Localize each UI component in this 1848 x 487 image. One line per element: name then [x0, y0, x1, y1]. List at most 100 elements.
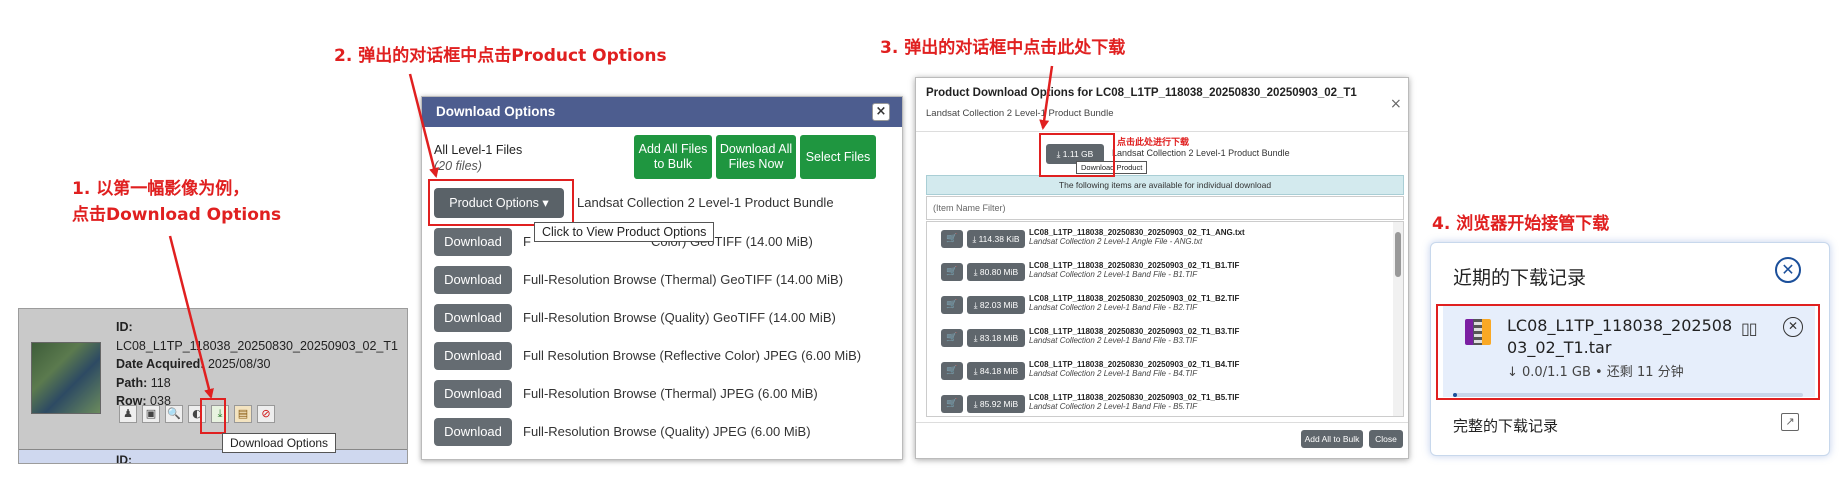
cart-icon[interactable]: 🛒	[941, 362, 963, 380]
file-download-button[interactable]: ⤓ 84.18 MiB	[967, 362, 1025, 380]
add-all-label-2: to Bulk	[653, 157, 693, 171]
download-button[interactable]: Download	[434, 380, 512, 408]
dialog-header: Download Options	[422, 97, 902, 127]
download-options-dialog: Download Options × All Level-1 Files (20…	[421, 96, 903, 460]
product-download-dialog: Product Download Options for LC08_L1TP_1…	[915, 77, 1409, 459]
footprint-icon[interactable]: ♟	[119, 405, 137, 423]
file-name: LC08_L1TP_118038_20250830_20250903_02_T1…	[1029, 393, 1240, 402]
scrollbar-thumb[interactable]	[1395, 232, 1401, 277]
download-button[interactable]: Download	[434, 342, 512, 370]
close-icon[interactable]: ✕	[1775, 257, 1801, 283]
id-label: ID:	[116, 320, 133, 334]
next-id-label: ID:	[116, 453, 132, 464]
overlay-icon[interactable]: ▣	[142, 405, 160, 423]
download-all-label-2: Files Now	[728, 157, 784, 171]
level1-summary: All Level-1 Files (20 files)	[434, 142, 522, 174]
file-desc: Landsat Collection 2 Level-1 Band File -…	[1029, 270, 1198, 279]
select-files-button[interactable]: Select Files	[800, 135, 876, 179]
scene-thumbnail[interactable]	[31, 342, 101, 414]
metadata-icon[interactable]: 🔍	[165, 405, 183, 423]
date-value: 2025/08/30	[207, 357, 271, 371]
file-desc: Landsat Collection 2 Level-1 Angle File …	[1029, 237, 1203, 246]
add-all-label-1: Add All Files	[638, 142, 708, 156]
item-name-filter-input[interactable]: (Item Name Filter)	[926, 196, 1404, 220]
step1-caption-line1: 1. 以第一幅影像为例，	[72, 179, 250, 199]
file-size: 83.18 MiB	[979, 333, 1019, 343]
close-icon[interactable]: ×	[872, 103, 890, 121]
exclude-icon[interactable]: ⊘	[257, 405, 275, 423]
product-options-highlight	[428, 179, 574, 226]
close-button[interactable]: Close	[1369, 430, 1403, 448]
cart-icon[interactable]: 🛒	[941, 230, 963, 248]
download-button[interactable]: Download	[434, 228, 512, 256]
dialog-subtitle: Landsat Collection 2 Level-1 Product Bun…	[926, 108, 1114, 119]
divider	[916, 422, 1408, 423]
file-name: LC08_L1TP_118038_20250830_20250903_02_T1…	[1029, 327, 1240, 336]
download-item-highlight	[1436, 304, 1820, 400]
file-name: LC08_L1TP_118038_20250830_20250903_02_T1…	[1029, 294, 1240, 303]
row0-prefix: F	[523, 234, 531, 249]
file-download-button[interactable]: ⤓ 80.80 MiB	[967, 263, 1025, 281]
add-all-to-bulk-button[interactable]: Add All Files to Bulk	[634, 135, 712, 179]
file-size: 80.80 MiB	[979, 267, 1019, 277]
download-row-text: Full Resolution Browse (Reflective Color…	[523, 348, 862, 363]
download-row-text: Full-Resolution Browse (Thermal) JPEG (6…	[523, 386, 818, 401]
date-label: Date Acquired:	[116, 357, 205, 371]
open-external-icon[interactable]: ↗	[1781, 413, 1799, 431]
file-download-button[interactable]: ⤓ 114.38 KiB	[967, 230, 1025, 248]
download-options-tooltip: Download Options	[222, 433, 337, 453]
file-download-button[interactable]: ⤓ 82.03 MiB	[967, 296, 1025, 314]
next-result-row: ID:	[19, 449, 407, 464]
download-here-annotation: 点击此处进行下载	[1117, 138, 1190, 148]
download-icon-highlight	[200, 398, 226, 434]
product-options-tooltip: Click to View Product Options	[534, 222, 715, 242]
available-items-banner: The following items are available for in…	[926, 175, 1404, 195]
file-size: 85.92 MiB	[979, 399, 1019, 409]
download-row-text: Full-Resolution Browse (Quality) JPEG (6…	[523, 424, 811, 439]
file-desc: Landsat Collection 2 Level-1 Band File -…	[1029, 303, 1198, 312]
downloads-title: 近期的下载记录	[1453, 267, 1587, 289]
cart-icon[interactable]: 🛒	[941, 296, 963, 314]
step1-caption-line2: 点击Download Options	[72, 205, 282, 225]
download-row-text: Full-Resolution Browse (Thermal) GeoTIFF…	[523, 272, 844, 287]
download-button[interactable]: Download	[434, 266, 512, 294]
product-bundle-text: Landsat Collection 2 Level-1 Product Bun…	[577, 195, 834, 210]
bundle-text: Landsat Collection 2 Level-1 Product Bun…	[1112, 148, 1290, 158]
file-name: LC08_L1TP_118038_20250830_20250903_02_T1…	[1029, 261, 1240, 270]
step4-caption: 4. 浏览器开始接管下载	[1432, 214, 1610, 234]
add-all-to-bulk-button[interactable]: Add All to Bulk	[1301, 430, 1363, 448]
file-download-button[interactable]: ⤓ 85.92 MiB	[967, 395, 1025, 413]
cart-icon[interactable]: 🛒	[941, 329, 963, 347]
divider	[916, 131, 1408, 132]
file-count: (20 files)	[434, 159, 482, 173]
file-name: LC08_L1TP_118038_20250830_20250903_02_T1…	[1029, 360, 1240, 369]
close-icon[interactable]: ×	[1390, 96, 1402, 112]
file-list-scrollbar[interactable]	[1393, 222, 1403, 416]
download-all-label-1: Download All	[719, 142, 793, 156]
file-list: 🛒 ⤓ 114.38 KiB LC08_L1TP_118038_20250830…	[926, 221, 1404, 417]
file-download-button[interactable]: ⤓ 83.18 MiB	[967, 329, 1025, 347]
scene-metadata: ID: LC08_L1TP_118038_20250830_20250903_0…	[116, 318, 398, 411]
bulk-icon[interactable]: ▤	[234, 405, 252, 423]
search-result-panel: ID: LC08_L1TP_118038_20250830_20250903_0…	[18, 308, 408, 464]
cart-icon[interactable]: 🛒	[941, 395, 963, 413]
file-size: 84.18 MiB	[979, 366, 1019, 376]
level1-label: All Level-1 Files	[434, 143, 523, 157]
dialog-title: Product Download Options for LC08_L1TP_1…	[926, 87, 1357, 99]
id-value: LC08_L1TP_118038_20250830_20250903_02_T1	[116, 338, 398, 353]
file-desc: Landsat Collection 2 Level-1 Band File -…	[1029, 402, 1198, 411]
step3-caption: 3. 弹出的对话框中点击此处下载	[880, 38, 1126, 58]
cart-icon[interactable]: 🛒	[941, 263, 963, 281]
file-size: 82.03 MiB	[979, 300, 1019, 310]
download-bundle-highlight	[1039, 133, 1115, 177]
path-value: 118	[150, 375, 171, 390]
step2-caption: 2. 弹出的对话框中点击Product Options	[334, 46, 667, 66]
full-history-link[interactable]: 完整的下载记录	[1453, 415, 1558, 436]
file-size: 114.38 KiB	[978, 234, 1020, 244]
download-button[interactable]: Download	[434, 304, 512, 332]
download-all-now-button[interactable]: Download All Files Now	[716, 135, 796, 179]
file-desc: Landsat Collection 2 Level-1 Band File -…	[1029, 336, 1198, 345]
download-button[interactable]: Download	[434, 418, 512, 446]
file-desc: Landsat Collection 2 Level-1 Band File -…	[1029, 369, 1198, 378]
path-label: Path:	[116, 375, 148, 390]
